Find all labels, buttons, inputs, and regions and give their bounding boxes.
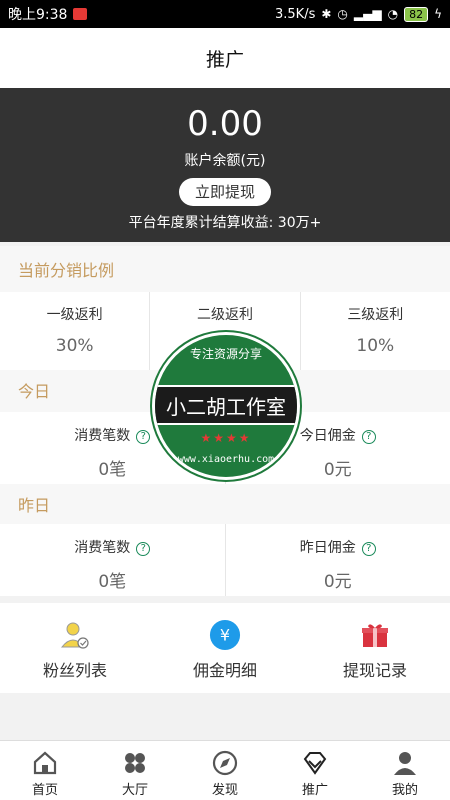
yesterday-count-value: 0笔 xyxy=(98,572,127,592)
yesterday-commission: 昨日佣金? 0元 xyxy=(226,524,450,596)
signal-icon: ▂▄▆ xyxy=(353,7,382,21)
yen-icon: ¥ xyxy=(209,619,241,651)
charging-icon: ϟ xyxy=(434,7,442,21)
commission-detail-button[interactable]: ¥ 佣金明细 xyxy=(150,603,300,693)
level1-label: 一级返利 xyxy=(46,307,103,323)
tab-discover-label: 发现 xyxy=(211,783,238,798)
user-icon xyxy=(394,752,416,775)
watermark-seal: 专注资源分享 小二胡工作室 ★★★★ www.xiaoerhu.com xyxy=(152,332,300,480)
yesterday-count-label: 消费笔数 xyxy=(74,540,131,556)
tab-mine-label: 我的 xyxy=(391,783,418,798)
withdraw-record-button[interactable]: 提现记录 xyxy=(300,603,450,693)
tab-home-label: 首页 xyxy=(31,783,58,798)
level1-rebate: 一级返利 30% xyxy=(0,292,151,370)
withdraw-button[interactable]: 立即提现 xyxy=(179,178,271,206)
page-title: 推广 xyxy=(0,28,450,88)
svg-text:¥: ¥ xyxy=(220,626,230,645)
diamond-icon xyxy=(303,752,327,775)
fans-list-button[interactable]: 粉丝列表 xyxy=(0,603,150,693)
watermark-top: 专注资源分享 xyxy=(189,347,262,361)
withdraw-record-label: 提现记录 xyxy=(342,661,407,680)
yesterday-commission-label: 昨日佣金 xyxy=(299,540,356,556)
level3-rebate: 三级返利 10% xyxy=(301,292,450,370)
shortcut-row: 粉丝列表 ¥ 佣金明细 提现记录 xyxy=(0,603,450,693)
level3-label: 三级返利 xyxy=(347,307,404,323)
yesterday-count: 消费笔数? 0笔 xyxy=(0,524,226,596)
distribution-title: 当前分销比例 xyxy=(0,246,450,296)
tab-hall[interactable]: 大厅 xyxy=(90,741,180,800)
status-time: 晚上9:38 xyxy=(8,7,68,23)
tab-promote-label: 推广 xyxy=(301,783,328,798)
home-icon xyxy=(33,751,57,775)
level2-label: 二级返利 xyxy=(196,307,253,323)
yesterday-grid: 消费笔数? 0笔 昨日佣金? 0元 xyxy=(0,524,450,596)
tab-promote[interactable]: 推广 xyxy=(270,741,360,800)
network-speed: 3.5K/s xyxy=(275,6,316,22)
battery-icon: 82 xyxy=(404,6,429,22)
level3-value: 10% xyxy=(356,336,395,356)
commission-detail-label: 佣金明细 xyxy=(192,661,257,680)
alarm-icon: ◷ xyxy=(337,7,348,21)
notification-icon xyxy=(73,8,88,20)
tab-mine[interactable]: 我的 xyxy=(360,741,450,800)
level1-value: 30% xyxy=(55,336,94,356)
help-icon[interactable]: ? xyxy=(136,430,151,444)
today-commission-label: 今日佣金 xyxy=(299,428,356,444)
watermark-url: www.xiaoerhu.com xyxy=(177,454,275,465)
platform-summary: 平台年度累计结算收益: 30万+ xyxy=(128,215,322,231)
fans-icon xyxy=(59,619,91,651)
gift-icon xyxy=(359,619,391,651)
fans-list-label: 粉丝列表 xyxy=(42,661,107,680)
star-icon: ★★★★ xyxy=(200,431,252,445)
today-count-label: 消费笔数 xyxy=(74,428,131,444)
yesterday-title: 昨日 xyxy=(0,484,450,528)
tab-home[interactable]: 首页 xyxy=(0,741,90,800)
balance-label: 账户余额(元) xyxy=(184,153,266,169)
compass-icon xyxy=(212,750,238,776)
wifi-icon: ◔ xyxy=(387,7,399,21)
balance-panel: 0.00 账户余额(元) 立即提现 平台年度累计结算收益: 30万+ xyxy=(0,88,450,242)
grid-icon xyxy=(125,753,145,773)
help-icon[interactable]: ? xyxy=(361,542,376,556)
yesterday-commission-value: 0元 xyxy=(323,572,352,592)
watermark-name: 小二胡工作室 xyxy=(155,385,297,425)
bluetooth-icon: ✱ xyxy=(321,7,332,21)
balance-amount: 0.00 xyxy=(187,104,263,144)
tab-discover[interactable]: 发现 xyxy=(180,741,270,800)
help-icon[interactable]: ? xyxy=(361,430,376,444)
help-icon[interactable]: ? xyxy=(136,542,151,556)
tab-hall-label: 大厅 xyxy=(121,783,148,798)
status-bar: 晚上9:38 3.5K/s ✱ ◷ ▂▄▆ ◔ 82 ϟ xyxy=(0,0,450,28)
bottom-tab-bar: 首页 大厅 发现 推广 我的 xyxy=(0,740,450,800)
